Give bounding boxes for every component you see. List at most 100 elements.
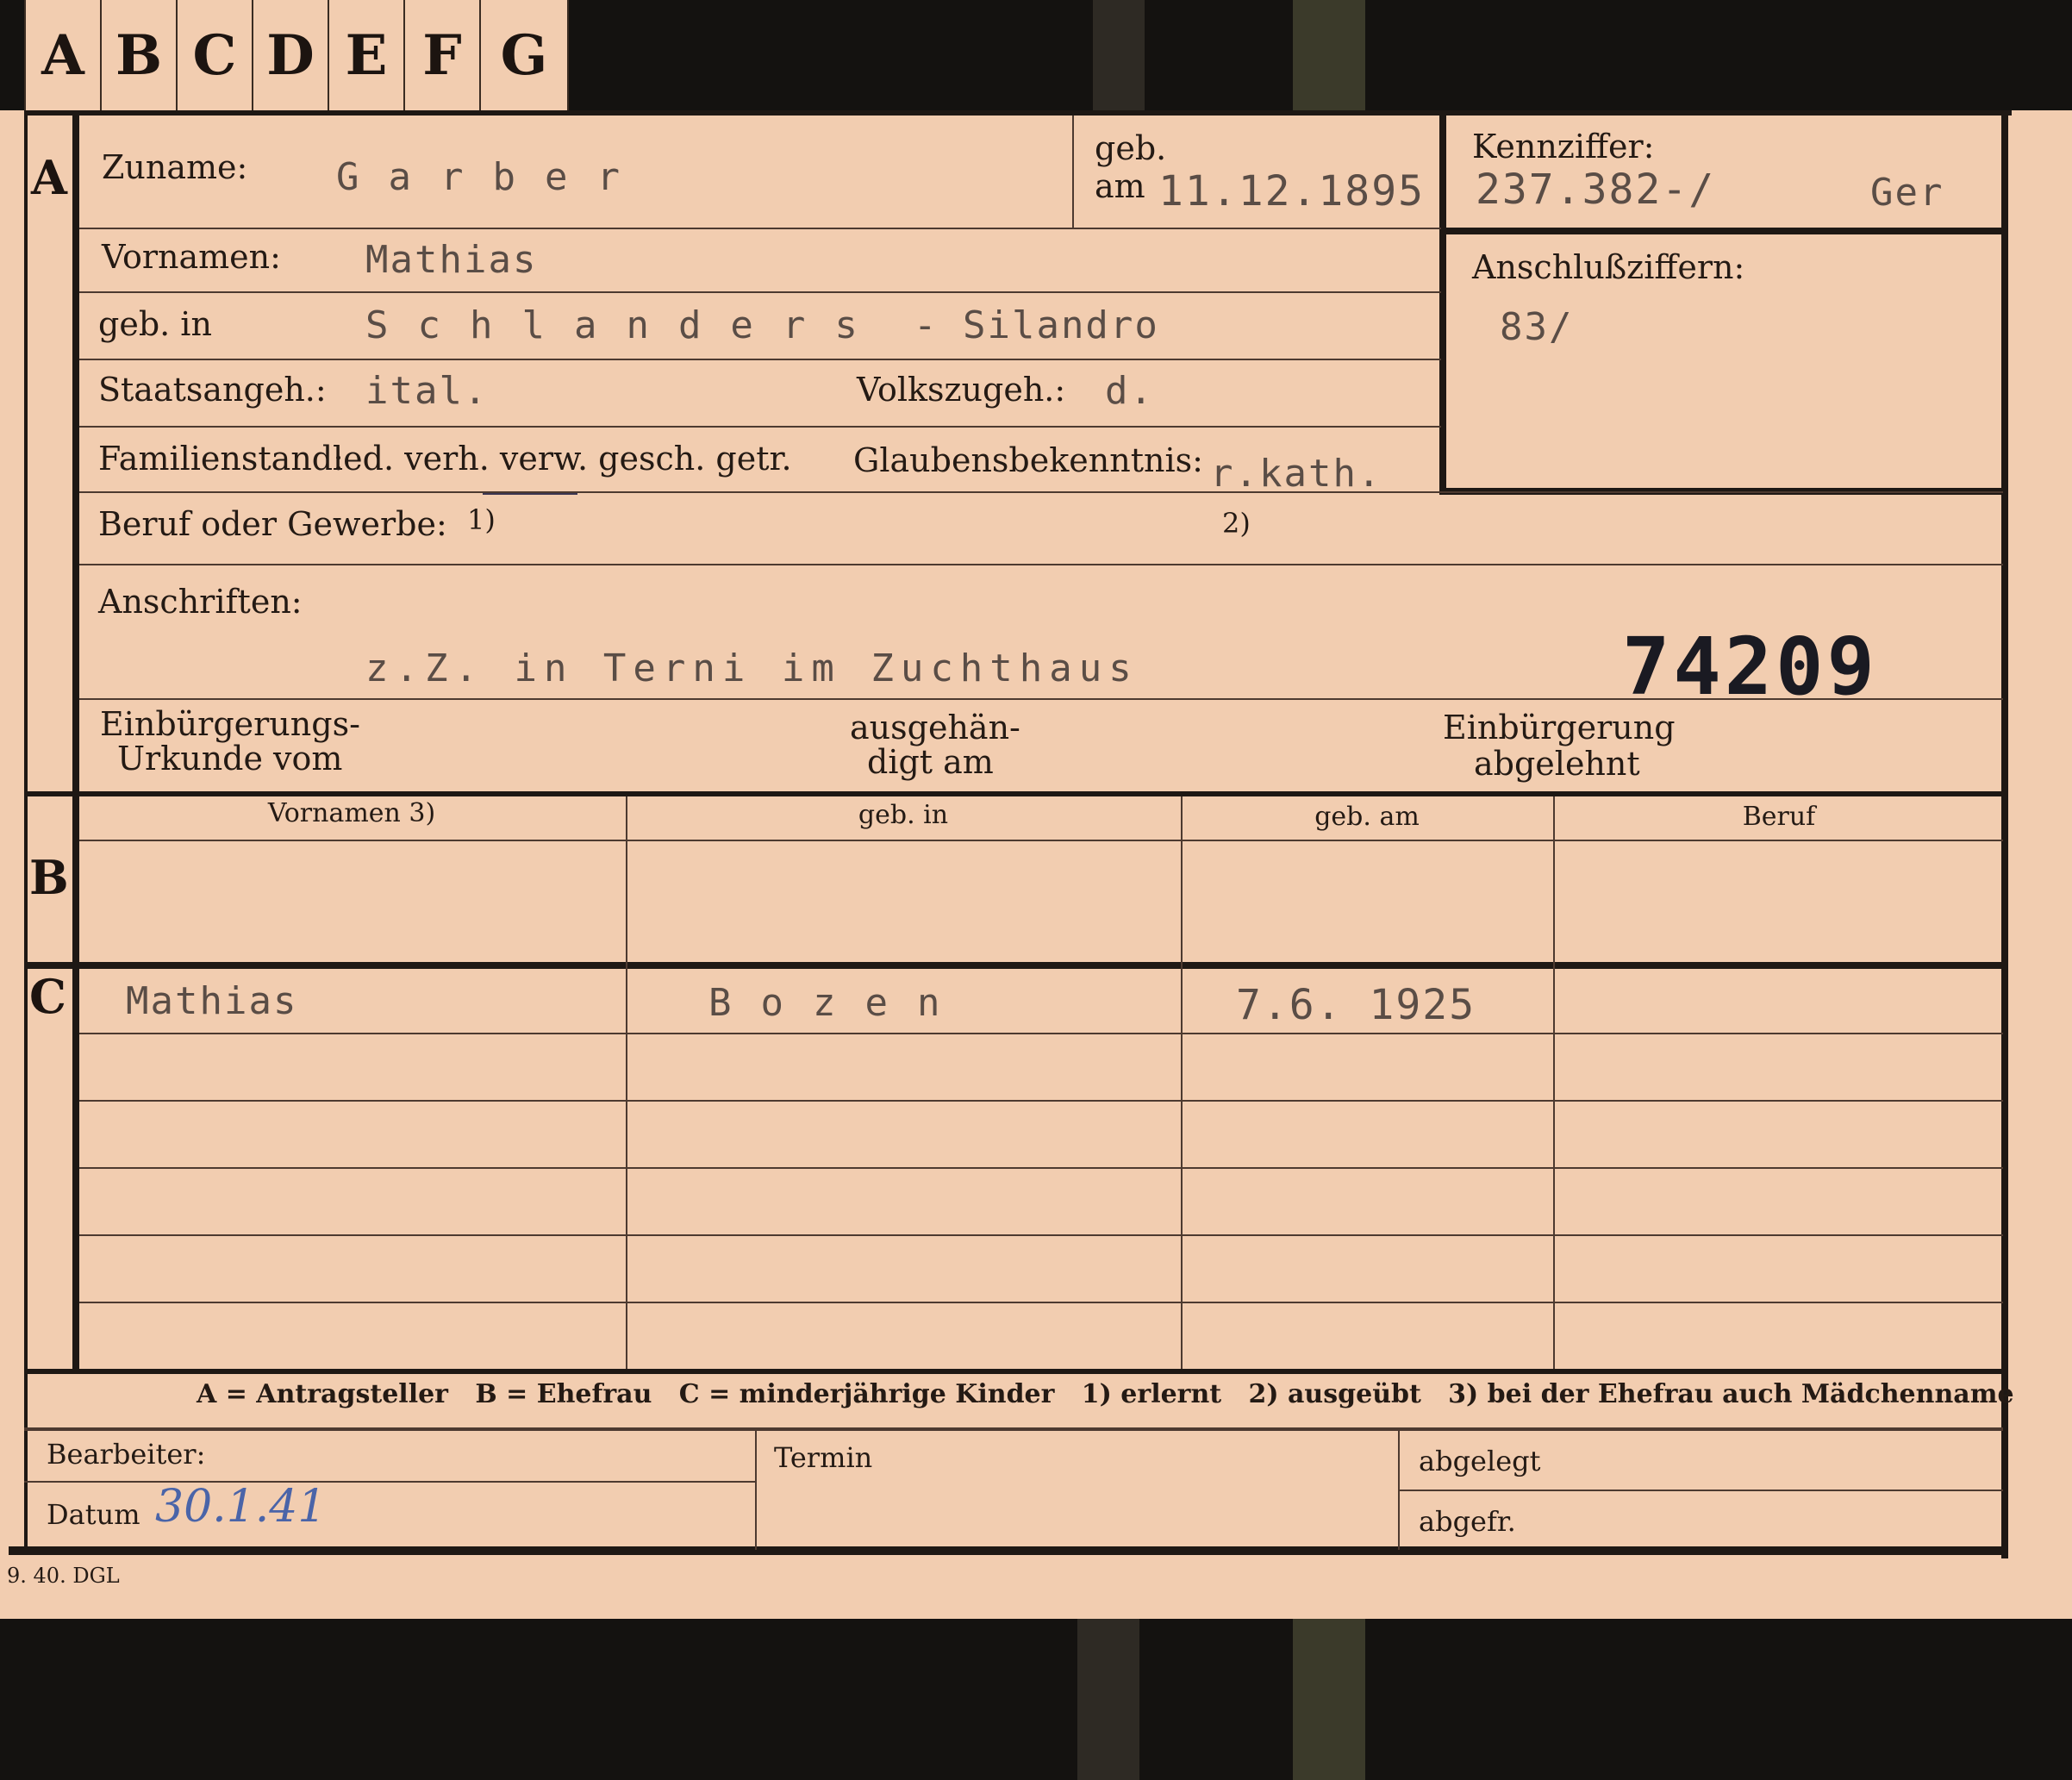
abgelegt-label: abgelegt	[1419, 1445, 1541, 1477]
row-line-7	[79, 698, 2003, 700]
kennziffer-label: Kennziffer:	[1472, 128, 1655, 166]
frame-right	[2001, 110, 2008, 1558]
row-line-4	[79, 426, 1441, 428]
tab-label: C	[192, 22, 237, 88]
b-header-line	[79, 840, 2003, 841]
bearbeiter-line	[24, 1481, 755, 1483]
tab-g[interactable]: G	[479, 0, 569, 110]
row-line-1	[79, 228, 1441, 229]
kennziffer-divider	[1439, 116, 1446, 495]
tab-label: B	[115, 22, 163, 88]
tab-b[interactable]: B	[100, 0, 176, 110]
print-code: 9. 40. DGL	[7, 1564, 120, 1588]
tab-c[interactable]: C	[176, 0, 252, 110]
geb-in-value: Schlanders	[365, 303, 887, 347]
registration-card: A B C Zuname: Garber geb. am 11.12.1895 …	[0, 110, 2072, 1619]
einbuerg-urkunde-line2: Urkunde vom	[117, 740, 343, 778]
tab-label: F	[422, 22, 462, 88]
binder-rod-bottom	[1077, 1619, 1139, 1780]
abgelehnt-line1: Einbürgerung	[1443, 709, 1676, 746]
section-c-marker: C	[29, 969, 66, 1024]
kennziffer-value: 237.382-/	[1476, 166, 1716, 214]
geb-label: geb.	[1095, 129, 1167, 167]
anschluss-value: 83/	[1500, 305, 1574, 349]
beruf-label: Beruf oder Gewerbe:	[98, 505, 447, 543]
binder-rod-bottom-2	[1293, 1619, 1365, 1780]
anschriften-value: z.Z. in Terni im Zuchthaus	[365, 646, 1139, 690]
b-header-vornamen: Vornamen 3)	[267, 798, 436, 828]
datum-label: Datum	[47, 1498, 140, 1531]
anschluss-label: Anschlußziffern:	[1472, 248, 1745, 286]
tab-d[interactable]: D	[252, 0, 328, 110]
zuname-value: Garber	[336, 155, 649, 199]
einbuerg-urkunde-line1: Einbürgerungs-	[100, 705, 360, 743]
datum-value: 30.1.41	[155, 1481, 327, 1533]
binder-rod-top-2	[1293, 0, 1365, 110]
section-b-marker: B	[29, 850, 69, 905]
row-line-2	[79, 291, 1441, 293]
geb-am-value: 11.12.1895	[1158, 167, 1425, 215]
row-line-5	[79, 491, 2003, 493]
tab-label: G	[500, 22, 548, 88]
tab-e[interactable]: E	[328, 0, 403, 110]
ausgehaendigt-line2: digt am	[867, 743, 994, 781]
beruf-note-2: 2)	[1222, 507, 1251, 540]
c-row-line-3	[79, 1167, 2003, 1169]
vornamen-value: Mathias	[365, 238, 538, 282]
section-a-marker: A	[31, 150, 67, 205]
child-geb-in: Bozen	[708, 981, 970, 1025]
tab-a[interactable]: A	[24, 0, 100, 110]
tab-label: E	[345, 22, 388, 88]
legend-text: A = Antragsteller B = Ehefrau C = minder…	[197, 1379, 2014, 1409]
c-row-line-4	[79, 1234, 2003, 1236]
section-c-top	[24, 962, 2003, 969]
anschriften-label: Anschriften:	[98, 583, 303, 621]
abgelegt-line	[1400, 1490, 2003, 1491]
section-b-top	[24, 791, 2003, 796]
kennziffer-bottom	[1443, 228, 2001, 234]
col-divider-1	[626, 796, 627, 1371]
familienstand-options: led. verh. verw. gesch. getr.	[333, 440, 792, 478]
tab-label: D	[266, 22, 315, 88]
index-tabs: A B C D E F G	[24, 0, 569, 110]
binder-rod-top	[1093, 0, 1145, 110]
glaubens-value: r.kath.	[1210, 452, 1382, 496]
tab-label: A	[41, 22, 84, 88]
abgelehnt-line2: abgelehnt	[1474, 745, 1640, 783]
frame-top	[24, 110, 2012, 116]
familienstand-label: Familienstand:	[98, 440, 344, 478]
geb-in-label: geb. in	[98, 305, 212, 343]
ausgehaendigt-line1: ausgehän-	[850, 709, 1020, 746]
volkszugeh-value: d.	[1105, 369, 1154, 413]
legend-bottom	[24, 1427, 2003, 1431]
c-row-line-2	[79, 1100, 2003, 1102]
b-header-geb-am: geb. am	[1314, 802, 1420, 832]
c-row-line-1	[79, 1033, 2003, 1034]
c-row-line-5	[79, 1302, 2003, 1303]
child-geb-am: 7.6. 1925	[1236, 981, 1476, 1029]
volkszugeh-label: Volkszugeh.:	[857, 371, 1066, 409]
col-divider-2	[1181, 796, 1183, 1371]
section-divider	[72, 116, 79, 1371]
zuname-label: Zuname:	[102, 148, 248, 186]
frame-bottom	[9, 1546, 2008, 1555]
b-header-geb-in: geb. in	[858, 800, 949, 830]
row-line-3	[79, 359, 1441, 360]
frame-left	[24, 110, 28, 1550]
termin-divider	[755, 1429, 757, 1550]
legend-top	[24, 1369, 2003, 1374]
beruf-note-1: 1)	[467, 503, 496, 536]
termin-label: Termin	[774, 1441, 873, 1474]
col-divider-3	[1553, 796, 1555, 1371]
glaubens-label: Glaubensbekenntnis:	[853, 441, 1203, 479]
kennziffer-suffix: Ger	[1870, 171, 1944, 215]
am-label: am	[1095, 167, 1145, 205]
staatsangeh-label: Staatsangeh.:	[98, 371, 327, 409]
abgefr-label: abgefr.	[1419, 1505, 1516, 1538]
row-line-6	[79, 564, 2003, 565]
child-vorname: Mathias	[126, 979, 298, 1023]
tab-f[interactable]: F	[403, 0, 479, 110]
b-header-beruf: Beruf	[1742, 802, 1816, 832]
vornamen-label: Vornamen:	[102, 238, 281, 276]
bearbeiter-label: Bearbeiter:	[47, 1438, 206, 1471]
